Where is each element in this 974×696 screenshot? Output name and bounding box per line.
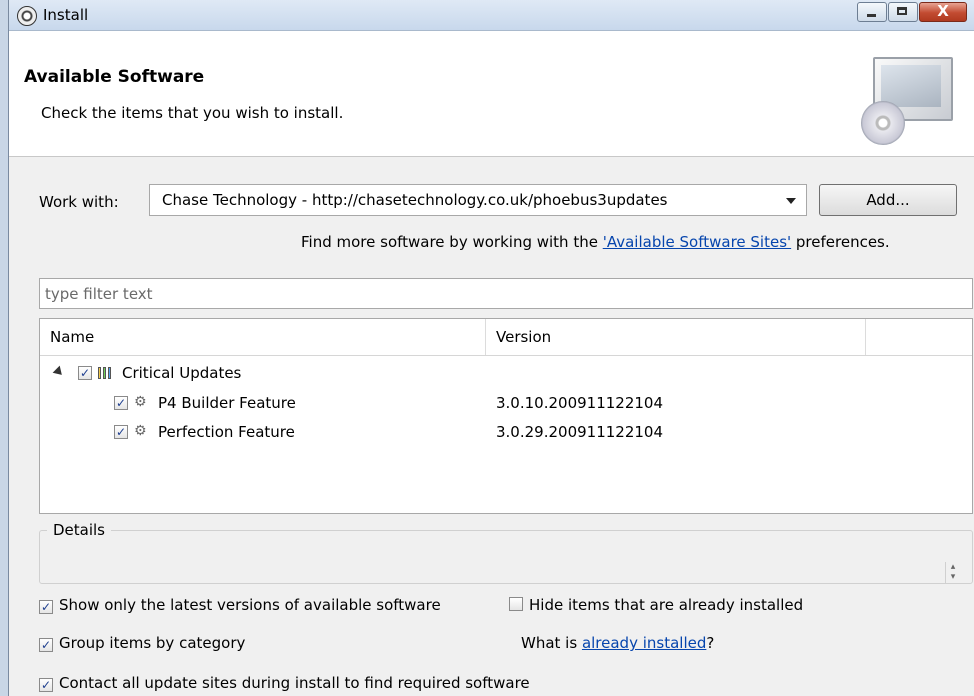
already-installed-link[interactable]: already installed <box>582 634 706 652</box>
hide-installed-label[interactable]: Hide items that are already installed <box>529 596 803 614</box>
cd-disc-icon <box>861 101 905 145</box>
title-bar[interactable]: Install X <box>9 0 974 31</box>
hide-installed-checkbox[interactable] <box>509 597 523 611</box>
latest-versions-option[interactable]: ✓ Show only the latest versions of availa… <box>39 596 441 614</box>
contact-sites-checkbox[interactable]: ✓ <box>39 678 53 692</box>
minimize-icon <box>867 14 876 17</box>
feature-version: 3.0.29.200911122104 <box>496 423 663 441</box>
group-by-category-checkbox[interactable]: ✓ <box>39 638 53 652</box>
close-button[interactable]: X <box>919 2 967 22</box>
group-by-category-label[interactable]: Group items by category <box>59 634 245 652</box>
window-controls: X <box>856 2 967 22</box>
table-header: Name Version <box>40 319 972 356</box>
work-with-label: Work with: <box>39 193 119 211</box>
contact-sites-option[interactable]: ✓ Contact all update sites during install… <box>39 674 530 692</box>
contact-sites-label[interactable]: Contact all update sites during install … <box>59 674 530 692</box>
page-title: Available Software <box>24 67 205 87</box>
category-name: Critical Updates <box>122 364 242 382</box>
maximize-icon <box>897 7 907 15</box>
feature-name: Perfection Feature <box>158 423 295 441</box>
what-is-prefix: What is <box>521 634 582 652</box>
details-scrollbar[interactable]: ▴ ▾ <box>945 562 960 584</box>
filter-input[interactable] <box>39 278 973 309</box>
available-software-sites-link[interactable]: 'Available Software Sites' <box>603 233 791 251</box>
details-group <box>39 530 973 584</box>
monitor-screen <box>881 65 941 107</box>
add-site-button[interactable]: Add... <box>819 184 957 216</box>
find-more-suffix: preferences. <box>791 233 890 251</box>
what-is-suffix: ? <box>706 634 715 652</box>
category-checkbox[interactable]: ✓ <box>78 366 92 380</box>
latest-versions-checkbox[interactable]: ✓ <box>39 600 53 614</box>
eclipse-icon <box>17 6 37 26</box>
find-more-text: Find more software by working with the '… <box>301 233 890 251</box>
feature-version: 3.0.10.200911122104 <box>496 394 663 412</box>
software-tree-table[interactable]: Name Version ✓ Critical Updates ✓ ⚙ P4 B… <box>39 318 973 514</box>
feature-name: P4 Builder Feature <box>158 394 296 412</box>
work-with-value: Chase Technology - http://chasetechnolog… <box>162 191 668 209</box>
find-more-prefix: Find more software by working with the <box>301 233 603 251</box>
category-icon <box>98 367 114 379</box>
group-by-category-option[interactable]: ✓ Group items by category <box>39 634 245 652</box>
chevron-down-icon[interactable] <box>786 198 796 204</box>
column-header-name[interactable]: Name <box>40 319 486 355</box>
minimize-button[interactable] <box>857 2 887 22</box>
feature-plugin-icon: ⚙ <box>134 423 147 439</box>
table-row[interactable]: ✓ ⚙ P4 Builder Feature 3.0.10.2009111221… <box>40 389 972 417</box>
expand-arrow-icon[interactable] <box>52 365 66 379</box>
header-banner: Available Software Check the items that … <box>9 31 974 157</box>
work-with-combo[interactable]: Chase Technology - http://chasetechnolog… <box>149 184 807 216</box>
window-title: Install <box>43 6 89 24</box>
table-row-category[interactable]: ✓ Critical Updates <box>40 359 972 387</box>
close-icon: X <box>937 2 949 20</box>
feature-checkbox[interactable]: ✓ <box>114 425 128 439</box>
latest-versions-label[interactable]: Show only the latest versions of availab… <box>59 596 441 614</box>
feature-plugin-icon: ⚙ <box>134 394 147 410</box>
install-dialog: Install X Available Software Check the i… <box>8 0 974 696</box>
column-header-version[interactable]: Version <box>486 319 866 355</box>
hide-installed-option[interactable]: Hide items that are already installed <box>509 596 803 614</box>
table-row[interactable]: ✓ ⚙ Perfection Feature 3.0.29.2009111221… <box>40 418 972 446</box>
page-subtitle: Check the items that you wish to install… <box>41 104 344 122</box>
details-label: Details <box>47 521 112 539</box>
maximize-button[interactable] <box>888 2 918 22</box>
feature-checkbox[interactable]: ✓ <box>114 396 128 410</box>
what-is-installed-text: What is already installed? <box>521 634 714 652</box>
